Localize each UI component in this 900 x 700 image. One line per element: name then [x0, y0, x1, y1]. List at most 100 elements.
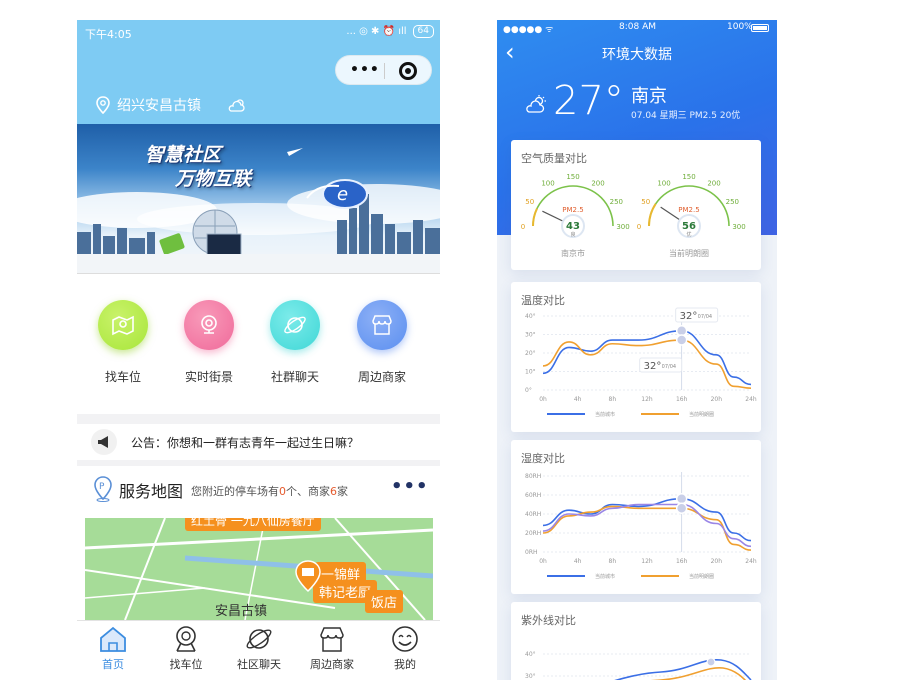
service-label: 社群聊天 [270, 370, 319, 384]
air-quality-gauges: 0 50 100 150 200 250 300 PM2.5 43良南京市 0 50 100 150 20… [521, 173, 746, 258]
y-tick-label: 20° [525, 350, 536, 357]
y-tick-label: 20RH [525, 530, 541, 537]
tab-community-chat[interactable]: 社区聊天 [223, 625, 295, 672]
gauge-tick-label: 100 [657, 180, 670, 188]
x-tick-label: 12h [641, 396, 653, 403]
home-icon [100, 626, 126, 652]
parking-count: 0 [279, 485, 286, 498]
shop-icon [372, 315, 392, 335]
x-tick-label: 24h [745, 396, 757, 403]
service-community-chat[interactable]: 社群聊天 [255, 300, 335, 385]
service-nearby-shops[interactable]: 周边商家 [342, 300, 422, 385]
gauge-value-arc [648, 203, 657, 227]
y-tick-label: 40° [525, 313, 536, 320]
tab-mine[interactable]: 我的 [369, 625, 440, 672]
tab-label: 找车位 [169, 658, 203, 671]
capsule-menu[interactable]: ••• [335, 55, 432, 85]
tab-find-parking[interactable]: 找车位 [150, 625, 222, 672]
service-grid: 找车位 实时街景 社群聊天 周边商家 [77, 274, 440, 414]
air-quality-card: 空气质量对比 0 50 100 150 200 250 300 PM2.5 43 良南京市 0 50 1… [511, 140, 761, 270]
shop-count: 6 [330, 485, 337, 498]
city-name: 南京 [631, 86, 667, 107]
y-tick-label: 60RH [525, 492, 541, 499]
banner-title-line1: 智慧社区 [145, 144, 222, 166]
service-label: 找车位 [104, 370, 141, 384]
map-canvas[interactable]: 红土骨 一九八仙房餐厅 一锦鲜 韩记老厨 饭店 安昌古镇 [85, 518, 433, 620]
nearby-summary: 您附近的停车场有0个、商家6家 [191, 485, 348, 498]
y-tick-label: 10° [525, 369, 536, 376]
x-tick-label: 8h [609, 558, 617, 565]
highlight-marker [706, 657, 716, 667]
banner-title-line2: 万物互联 [175, 168, 252, 190]
legend-label: 当前明朗圈 [689, 573, 714, 580]
gauge-tick-label: 50 [525, 198, 534, 206]
camera-icon [201, 315, 217, 334]
y-tick-label: 30° [525, 332, 536, 339]
parking-icon [176, 626, 196, 652]
battery-icon: 64 [412, 25, 434, 38]
banner-illustration: e [77, 148, 440, 273]
y-tick-label: 0RH [525, 549, 538, 556]
y-tick-label: 40RH [525, 511, 541, 518]
map-poi-label[interactable]: 饭店 [365, 590, 404, 613]
legend-label: 当前城市 [595, 411, 615, 418]
x-tick-label: 16h [676, 558, 688, 565]
tab-label: 我的 [394, 658, 416, 671]
y-tick-label: 30° [525, 673, 536, 680]
map-marker-icon[interactable] [295, 560, 321, 592]
x-tick-label: 8h [609, 396, 617, 403]
highlight-marker [675, 334, 688, 346]
legend-label: 当前明朗圈 [689, 411, 714, 418]
more-dots-icon[interactable]: ••• [350, 63, 380, 77]
section-title: 服务地图 [119, 482, 184, 501]
humidity-line-chart: 0RH 20RH 40RH 60RH 80RH 0h 4h 8h 12h 16h 20h 24h 当前城… [525, 472, 757, 580]
close-target-icon[interactable] [399, 62, 417, 80]
megaphone-icon [91, 429, 117, 455]
status-time: 8:08 AM [619, 22, 656, 32]
service-find-parking[interactable]: 找车位 [83, 300, 163, 385]
legend-label: 当前城市 [595, 573, 615, 580]
tab-home[interactable]: 首页 [77, 625, 149, 672]
signal-icon: ●●●●● ᯤ [503, 25, 554, 35]
gauge-tick-label: 200 [707, 180, 720, 188]
gauge-name: 当前明朗圈 [669, 248, 709, 258]
promo-banner[interactable]: e 智慧社区 万物互联 [77, 124, 440, 274]
svg-text:e: e [337, 184, 348, 205]
location-label: 绍兴安昌古镇 [117, 98, 201, 114]
map-town-label: 安昌古镇 [215, 604, 268, 619]
tooltip-date: 07/04 [662, 364, 676, 370]
gauge-tick-label: 250 [610, 198, 623, 206]
announcement-bar[interactable]: 公告：你想和一群有志青年一起过生日嘛？ [77, 424, 440, 460]
status-bar: ●●●●● ᯤ 8:08 AM 100% [497, 22, 777, 36]
gauge-tick-label: 300 [616, 223, 629, 231]
map-poi-label[interactable]: 红土骨 一九八仙房餐厅 [185, 518, 321, 531]
gauge-grade: 优 [686, 231, 691, 238]
service-map-header: P 服务地图 您附近的停车场有0个、商家6家 ••• [77, 466, 440, 510]
x-tick-label: 4h [574, 558, 582, 565]
tooltip-value: 32° [644, 361, 662, 372]
tab-nearby-shops[interactable]: 周边商家 [296, 625, 368, 672]
weather-cloud-sun-icon [526, 95, 546, 113]
status-bar: 下午4:05 ... ◎ ✱ ⏰ ıll 64 [77, 20, 440, 46]
capsule-divider [384, 63, 385, 79]
service-street-view[interactable]: 实时街景 [169, 300, 249, 385]
location-selector[interactable]: 绍兴安昌古镇 [95, 94, 201, 116]
planet-icon [246, 629, 272, 649]
announcement-text: 公告：你想和一群有志青年一起过生日嘛？ [131, 436, 360, 450]
uv-line-chart: 40° 30° [525, 651, 752, 680]
tab-label: 周边商家 [310, 658, 354, 671]
service-map[interactable]: 红土骨 一九八仙房餐厅 一锦鲜 韩记老厨 饭店 安昌古镇 [77, 510, 440, 620]
series-line [614, 659, 752, 680]
page-title: 环境大数据 [602, 47, 672, 63]
x-tick-label: 20h [711, 558, 723, 565]
date-aqi-summary: 07.04 星期三 PM2.5 20优 [631, 111, 741, 121]
gauge-metric-label: PM2.5 [678, 206, 699, 214]
tooltip-date: 07/04 [698, 314, 712, 320]
x-tick-label: 16h [676, 396, 688, 403]
battery-icon [751, 24, 769, 32]
weather-cloud-sun-icon [228, 99, 245, 112]
gauge-value-arc [532, 208, 538, 227]
more-options-icon[interactable]: ••• [391, 476, 429, 497]
service-label: 周边商家 [357, 370, 406, 384]
bottom-tab-bar: 首页 找车位 社区聊天 周边商家 我的 [77, 620, 440, 680]
